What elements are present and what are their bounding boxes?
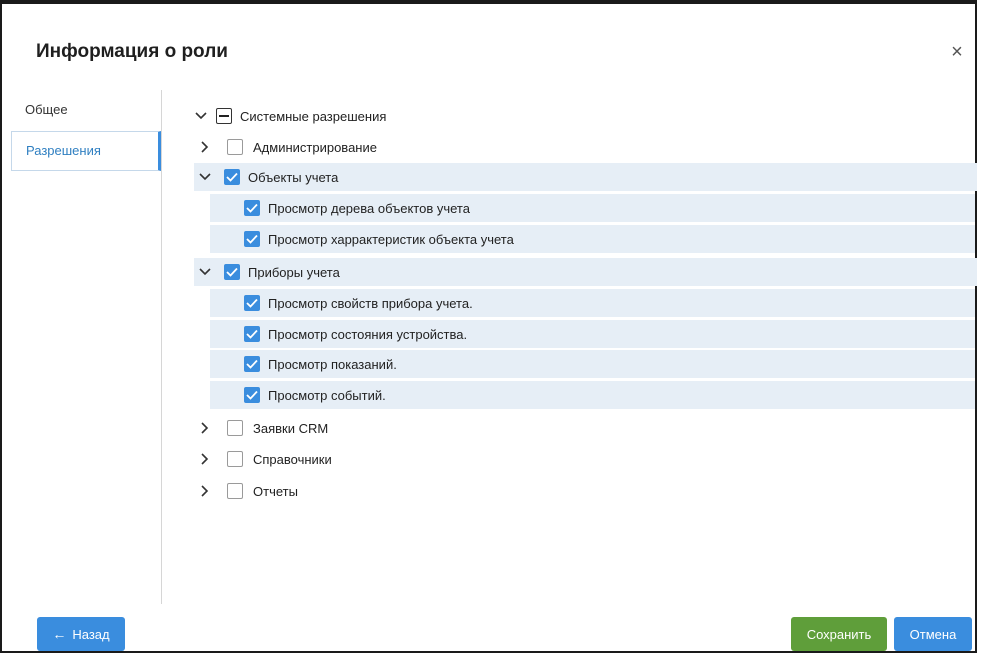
chevron-right-icon[interactable] [198,421,212,435]
checkbox-checked[interactable] [244,200,260,216]
checkbox-checked[interactable] [244,387,260,403]
checkbox[interactable] [227,451,243,467]
checkbox-checked[interactable] [244,295,260,311]
tree-node-root: Системные разрешения [194,102,974,130]
tree-node-group: Администрирование [198,133,974,161]
checkbox[interactable] [227,483,243,499]
back-button[interactable]: ← Назад [37,617,125,651]
save-button[interactable]: Сохранить [791,617,887,651]
chevron-down-icon[interactable] [198,170,212,184]
arrow-left-icon: ← [52,626,67,642]
chevron-right-icon[interactable] [198,140,212,154]
tree-node-group: Справочники [198,445,974,473]
checkbox-checked[interactable] [244,356,260,372]
tree-node-label: Приборы учета [248,264,340,280]
checkbox-checked[interactable] [244,326,260,342]
close-icon[interactable]: × [947,42,967,62]
sidebar-divider [161,90,162,604]
sidebar-item-permissions[interactable]: Разрешения [11,131,161,171]
tree-node-label: Заявки CRM [253,420,329,436]
chevron-down-icon[interactable] [198,265,212,279]
checkbox-partial[interactable] [216,108,232,124]
checkbox-checked[interactable] [224,264,240,280]
back-button-label: Назад [72,626,110,642]
sidebar-item-general[interactable]: Общее [11,90,161,130]
tree-node-group: Приборы учета [194,258,977,286]
dialog-title: Информация о роли [36,41,228,62]
tree-node-group: Объекты учета [194,163,977,191]
tree-node-group: Заявки CRM [198,414,974,442]
tree-node-leaf: Просмотр свойств прибора учета. [210,289,975,317]
tree-node-label: Просмотр событий. [268,387,386,403]
role-info-dialog: Информация о роли × Общее Разрешения Сис… [0,0,977,653]
tree-node-leaf: Просмотр показаний. [210,350,975,378]
tree-node-label: Просмотр дерева объектов учета [268,200,470,216]
tree-node-label: Просмотр состояния устройства. [268,326,468,342]
tree-node-leaf: Просмотр событий. [210,381,975,409]
checkbox[interactable] [227,139,243,155]
tree-node-leaf: Просмотр дерева объектов учета [210,194,975,222]
cancel-button[interactable]: Отмена [894,617,972,651]
tree-node-label: Администрирование [253,139,377,155]
chevron-right-icon[interactable] [198,452,212,466]
tree-node-label: Просмотр харрактеристик объекта учета [268,231,514,247]
tree-node-label: Объекты учета [248,169,339,185]
checkbox-checked[interactable] [224,169,240,185]
chevron-right-icon[interactable] [198,484,212,498]
tree-node-label: Справочники [253,451,332,467]
tree-node-label: Системные разрешения [240,108,387,124]
tree-node-leaf: Просмотр состояния устройства. [210,320,975,348]
tree-node-label: Просмотр свойств прибора учета. [268,295,473,311]
tree-node-leaf: Просмотр харрактеристик объекта учета [210,225,975,253]
tree-node-label: Просмотр показаний. [268,356,397,372]
checkbox-checked[interactable] [244,231,260,247]
chevron-down-icon[interactable] [194,109,208,123]
checkbox[interactable] [227,420,243,436]
tree-node-label: Отчеты [253,483,298,499]
tree-node-group: Отчеты [198,477,974,505]
